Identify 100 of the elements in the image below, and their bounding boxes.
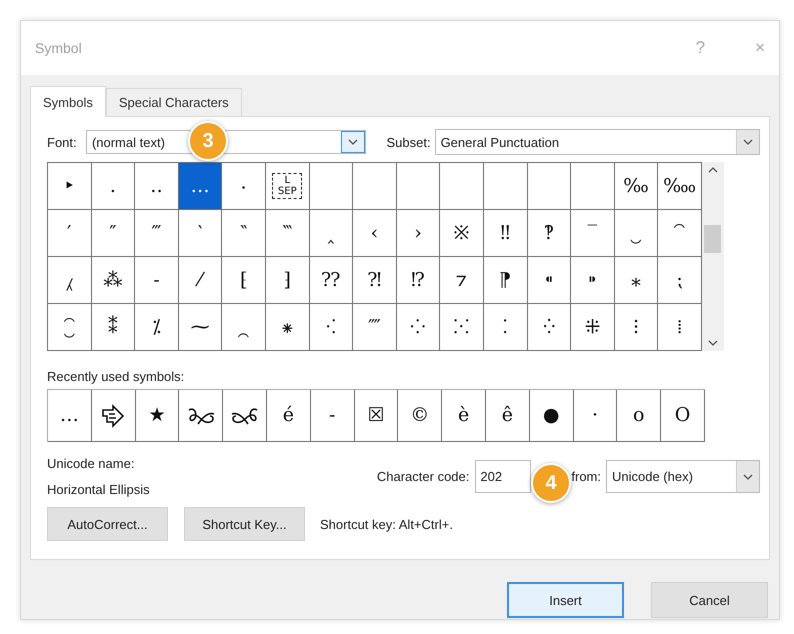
- symbol-cell[interactable]: ⁏: [658, 257, 702, 304]
- symbol-cell[interactable]: ⁘: [396, 304, 440, 351]
- symbol-cell[interactable]: [571, 163, 615, 210]
- symbol-glyph: ⁘: [410, 318, 426, 336]
- scrollbar[interactable]: [702, 162, 724, 351]
- symbol-cell[interactable]: ⁖: [310, 304, 354, 351]
- symbol-cell[interactable]: ·: [574, 390, 618, 442]
- symbol-cell[interactable]: ⁀: [658, 210, 702, 257]
- symbol-cell[interactable]: ‿: [614, 210, 658, 257]
- symbol-cell[interactable]: ⁒: [135, 304, 179, 351]
- symbol-glyph: ⁗: [368, 318, 381, 336]
- symbol-glyph: ‸: [328, 224, 334, 242]
- symbol-glyph: ☒: [367, 406, 384, 425]
- symbol-cell[interactable]: ⁕: [266, 304, 310, 351]
- symbol-cell[interactable]: [484, 163, 528, 210]
- symbol-cell[interactable]: ※: [440, 210, 484, 257]
- symbol-cell[interactable]: ⁝: [614, 304, 658, 351]
- tab[interactable]: Symbols: [30, 86, 106, 117]
- symbol-cell[interactable]: ⁈: [353, 257, 397, 304]
- symbol-cell[interactable]: ′: [48, 210, 92, 257]
- symbol-cell[interactable]: ⁙: [440, 304, 484, 351]
- encoding-dropdown[interactable]: Unicode (hex): [606, 460, 760, 493]
- symbol-cell[interactable]: ‴: [135, 210, 179, 257]
- subset-dropdown[interactable]: General Punctuation: [434, 129, 760, 155]
- scrollbar-thumb[interactable]: [704, 225, 722, 253]
- symbol-cell[interactable]: [179, 390, 224, 442]
- symbol-cell[interactable]: ê: [486, 390, 530, 442]
- arrow-tag-icon: [100, 402, 126, 428]
- symbol-glyph: ★: [148, 406, 166, 425]
- symbol-cell[interactable]: ‷: [266, 210, 310, 257]
- symbol-cell[interactable]: ⁉: [396, 257, 440, 304]
- symbol-cell[interactable]: ⁜: [571, 304, 615, 351]
- symbol-cell[interactable]: ‾: [571, 210, 615, 257]
- symbol-cell[interactable]: ⁊: [440, 257, 484, 304]
- symbol-cell[interactable]: ⁞: [658, 304, 702, 351]
- symbol-cell[interactable]: ‱: [658, 163, 702, 210]
- symbol-cell[interactable]: ⁋: [484, 257, 528, 304]
- symbol-cell[interactable]: L SEP: [266, 163, 310, 210]
- symbol-cell[interactable]: [92, 390, 136, 442]
- symbol-cell[interactable]: ‥: [135, 163, 179, 210]
- symbol-cell[interactable]: …: [48, 390, 92, 442]
- symbol-glyph: ›: [414, 224, 422, 242]
- insert-button[interactable]: Insert: [507, 582, 624, 618]
- symbol-cell[interactable]: [396, 163, 440, 210]
- symbol-cell[interactable]: ⁅: [222, 257, 266, 304]
- symbol-cell[interactable]: [223, 390, 267, 442]
- symbol-cell[interactable]: ⁓: [178, 304, 222, 351]
- symbol-glyph: ⁙: [454, 318, 470, 336]
- symbol-cell[interactable]: ⁛: [528, 304, 572, 351]
- autocorrect-button[interactable]: AutoCorrect...: [47, 507, 168, 541]
- symbol-cell[interactable]: ●: [530, 390, 574, 442]
- symbol-cell[interactable]: ‽: [528, 210, 572, 257]
- symbol-cell[interactable]: ⁐: [48, 304, 92, 351]
- symbol-cell[interactable]: ⁇: [310, 257, 354, 304]
- symbol-cell[interactable]: ⁁: [48, 257, 92, 304]
- symbol-cell[interactable]: ‧: [222, 163, 266, 210]
- symbol-glyph: ‧: [241, 176, 246, 196]
- symbol-cell[interactable]: ⁗: [353, 304, 397, 351]
- symbol-cell[interactable]: [310, 163, 354, 210]
- symbol-cell[interactable]: ‰: [614, 163, 658, 210]
- symbol-cell[interactable]: ‵: [178, 210, 222, 257]
- symbol-cell[interactable]: ⁔: [222, 304, 266, 351]
- tab[interactable]: Special Characters: [106, 88, 242, 116]
- symbol-cell[interactable]: -: [310, 390, 355, 442]
- symbol-cell[interactable]: é: [266, 390, 311, 442]
- symbol-cell[interactable]: ⁃: [135, 257, 179, 304]
- symbol-cell[interactable]: ″: [92, 210, 136, 257]
- symbol-cell[interactable]: ‼: [484, 210, 528, 257]
- symbol-cell[interactable]: ․: [92, 163, 136, 210]
- symbol-cell[interactable]: [353, 163, 397, 210]
- symbol-cell[interactable]: ⁑: [92, 304, 136, 351]
- symbol-cell[interactable]: ›: [396, 210, 440, 257]
- symbol-cell[interactable]: ⁆: [266, 257, 310, 304]
- symbol-glyph: O: [674, 406, 690, 425]
- symbol-cell[interactable]: ☒: [354, 390, 398, 442]
- symbol-cell[interactable]: ‶: [222, 210, 266, 257]
- symbol-glyph: ⁈: [367, 270, 382, 290]
- symbol-cell[interactable]: ⁂: [92, 257, 136, 304]
- symbol-cell[interactable]: è: [442, 390, 486, 442]
- symbol-cell[interactable]: O: [661, 390, 705, 442]
- chevron-down-icon: [706, 338, 719, 348]
- symbol-cell[interactable]: ‹: [353, 210, 397, 257]
- symbol-cell[interactable]: ⁚: [484, 304, 528, 351]
- symbol-glyph: ⁁: [66, 270, 73, 290]
- cancel-button[interactable]: Cancel: [651, 582, 768, 618]
- symbol-cell[interactable]: ‸: [310, 210, 354, 257]
- symbol-cell[interactable]: ⁄: [178, 257, 222, 304]
- symbol-cell[interactable]: ⁌: [528, 257, 572, 304]
- symbol-cell[interactable]: ⁍: [571, 257, 615, 304]
- symbol-cell[interactable]: [528, 163, 572, 210]
- symbol-cell[interactable]: ⁎: [614, 257, 658, 304]
- symbol-glyph: ⁌: [544, 270, 554, 290]
- shortcut-key-button[interactable]: Shortcut Key...: [184, 507, 305, 541]
- symbol-cell[interactable]: ‣: [48, 163, 92, 210]
- symbol-cell[interactable]: [440, 163, 484, 210]
- symbol-cell[interactable]: ★: [136, 390, 180, 442]
- symbol-cell[interactable]: o: [617, 390, 662, 442]
- symbol-cell[interactable]: ©: [398, 390, 442, 442]
- symbol-cell[interactable]: …: [178, 163, 222, 210]
- character-code-field[interactable]: 202: [475, 460, 532, 493]
